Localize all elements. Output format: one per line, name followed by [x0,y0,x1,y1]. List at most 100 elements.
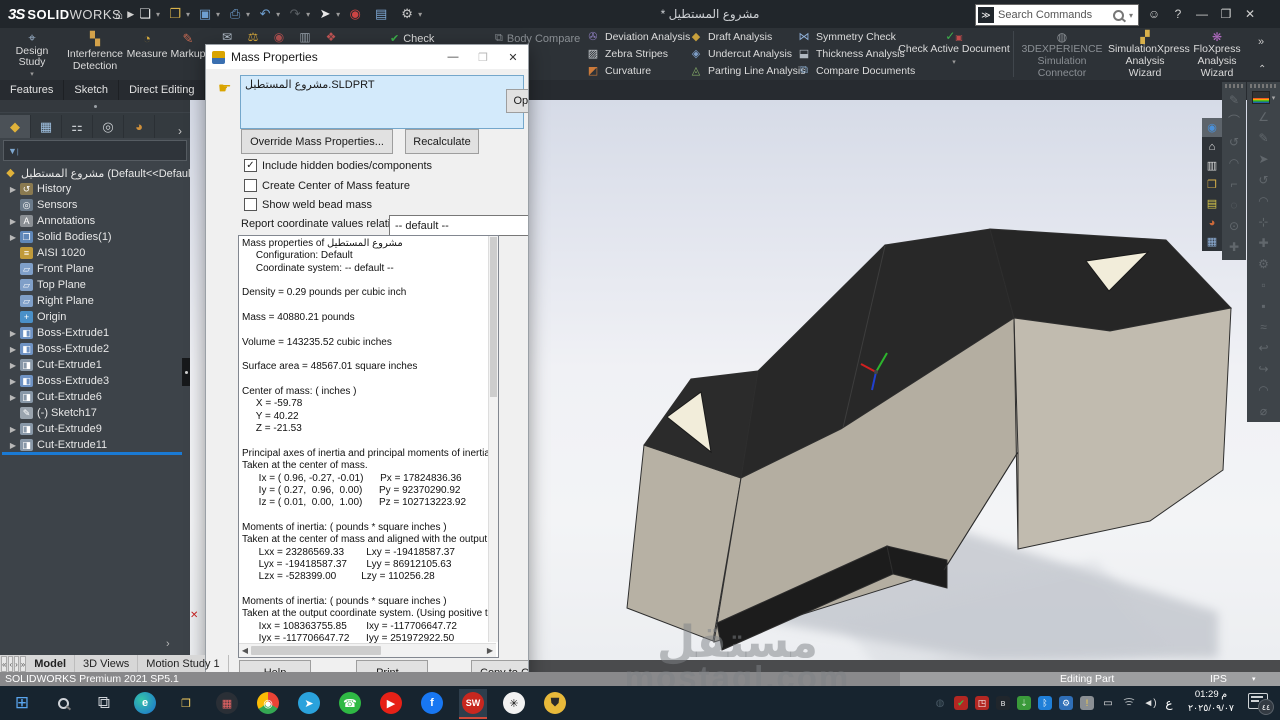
rebuild-traffic-light-icon[interactable]: ◉ [342,4,368,24]
save-icon-caret[interactable]: ▾ [216,10,220,19]
ribbon-collapse-button[interactable]: ⌃ [1258,64,1266,75]
ribbon-item-zebra-stripes[interactable]: ▨Zebra Stripes [585,46,690,61]
expand-arrow-icon[interactable]: ▶ [8,425,18,434]
tree-item-annotations[interactable]: ▶AAnnotations [8,213,95,229]
display-style-icon[interactable]: ⬒ [706,100,726,102]
view-tab-3d-views[interactable]: 3D Views [75,655,138,673]
window-minimize-button[interactable]: — [1190,2,1214,26]
tree-item-aisi-1020[interactable]: ≡AISI 1020 [8,245,85,261]
sw-running-icon[interactable]: ✔ [953,695,969,711]
search-caret-icon[interactable]: ▾ [1124,11,1138,20]
expand-arrow-icon[interactable]: ▶ [8,329,18,338]
units-indicator[interactable]: IPS [1210,673,1227,685]
recalculate-button[interactable]: Recalculate [405,129,479,154]
file-explorer-tab[interactable]: ❐ [1202,175,1222,194]
markup-ribbon-button[interactable]: ✎ Markup [168,28,208,80]
task-view-button[interactable]: ⧉ [90,689,118,717]
right-toolbar-a-button-6[interactable]: ⊙ [1222,216,1246,237]
section-view-icon[interactable]: ◫ [640,100,660,102]
right-toolbar-b-button-3[interactable]: ↺ [1247,170,1280,191]
rollback-bar[interactable] [2,452,182,455]
tree-item--sketch17[interactable]: ✎(-) Sketch17 [8,405,97,421]
propertymanager-tab[interactable]: ▦ [31,115,62,138]
sw-resources-tab[interactable]: ⌂ [1202,137,1222,156]
bluetooth-icon[interactable]: ᛒ [1037,695,1053,711]
wifi-icon[interactable] [1121,695,1137,711]
displaymanager-tab[interactable]: ◕ [124,115,155,138]
appearances-scenes-tab[interactable]: ◕ [1202,213,1222,232]
store-app-icon[interactable]: ▦ [213,689,241,717]
expand-arrow-icon[interactable]: ▶ [8,441,18,450]
view-settings-icon[interactable]: ▭ [808,100,828,102]
select-arrow-icon[interactable]: ➤ [312,4,338,24]
interference-detection-button[interactable]: ▚ Interference Detection [64,28,126,80]
dialog-title-bar[interactable]: Mass Properties — ❐ ✕ [206,45,528,69]
tree-item-cut-extrude11[interactable]: ▶◨Cut-Extrude11 [8,437,107,453]
volume-icon[interactable]: ◄) [1142,695,1158,711]
redo-icon-caret[interactable]: ▾ [306,10,310,19]
file-properties-icon[interactable]: ▤ [368,4,394,24]
language-indicator[interactable]: ع [1160,686,1178,720]
right-toolbar-b-button-2[interactable]: ➤ [1247,149,1280,170]
ribbon-overflow-button[interactable]: » [1258,36,1264,48]
view-tab-nav-2[interactable]: › [14,656,19,672]
security-shield-icon[interactable]: ! [1079,695,1095,711]
right-toolbar-b-button-10[interactable]: ≈ [1247,317,1280,338]
design-library-tab[interactable]: ▥ [1202,156,1222,175]
featuremanager-tree-tab[interactable]: ◆ [0,115,31,138]
design-study-button[interactable]: ⌖ Design Study▾ [2,28,62,80]
panel-splitter[interactable] [0,100,190,112]
taskbar-search[interactable] [49,689,77,717]
tree-item-history[interactable]: ▶↺History [8,181,71,197]
dynamic-annotation-icon[interactable]: ✂ [660,100,680,102]
youtube-icon[interactable]: ▶ [377,689,405,717]
check-active-document-button[interactable]: ✓▣ Check Active Document ▾ [898,29,1010,66]
view-tab-motion-study-1[interactable]: Motion Study 1 [138,655,228,673]
save-icon[interactable]: ▣ [192,4,218,24]
tree-item-cut-extrude9[interactable]: ▶◨Cut-Extrude9 [8,421,102,437]
options-gear-icon-caret[interactable]: ▾ [418,10,422,19]
search-commands-box[interactable]: ≫ Search Commands ▾ [975,4,1139,26]
configurationmanager-tab[interactable]: ⚏ [62,115,93,138]
tree-item-solid-bodies-1-[interactable]: ▶❒Solid Bodies(1) [8,229,112,245]
right-toolbar-b-button-14[interactable]: ⌀ [1247,401,1280,422]
right-toolbar-a-button-4[interactable]: ⌐ [1222,174,1246,195]
zoom-to-area-icon[interactable]: ⌗ [600,100,620,102]
section-properties-icon[interactable]: ✉ [214,30,240,44]
measure-button[interactable]: ◔ Measure [127,28,167,80]
tree-tabs-more-arrow[interactable]: › [170,124,190,138]
right-toolbar-b-button-11[interactable]: ↩ [1247,338,1280,359]
view-tab-model[interactable]: Model [26,655,75,673]
dialog-maximize-button[interactable]: ❐ [468,46,498,68]
right-toolbar-b-button-12[interactable]: ↪ [1247,359,1280,380]
tree-item-boss-extrude1[interactable]: ▶◧Boss-Extrude1 [8,325,109,341]
hide-show-items-icon[interactable]: ◔ [731,100,751,102]
tree-item-cut-extrude6[interactable]: ▶◨Cut-Extrude6 [8,389,102,405]
create-com-feature-checkbox[interactable]: Create Center of Mass feature [244,179,410,192]
notification-center-button[interactable]: ٤٤ [1248,693,1268,709]
antivirus-shield-icon[interactable]: ⛊ [541,689,569,717]
facebook-icon[interactable]: f [418,689,446,717]
3dexperience-connector-button[interactable]: ◍ 3DEXPERIENCE Simulation Connector [1018,31,1106,79]
apply-scene-icon[interactable]: ◕ [782,100,802,102]
edit-appearance-icon[interactable]: ❖ [757,100,777,102]
dialog-close-button[interactable]: ✕ [498,46,528,68]
whatsapp-icon[interactable]: ☎ [336,689,364,717]
window-restore-button[interactable]: ❐ [1214,2,1238,26]
chatgpt-icon[interactable]: ✳ [500,689,528,717]
zoom-to-fit-icon[interactable]: ⊕ [580,100,600,102]
sensor-icon[interactable]: ◉ [266,30,292,44]
view-palette-tab[interactable]: ▤ [1202,194,1222,213]
dialog-minimize-button[interactable]: — [438,46,468,68]
simulationxpress-wizard-button[interactable]: ▞ SimulationXpress Analysis Wizard [1108,31,1182,79]
home-icon[interactable]: ⌂ [106,4,132,24]
right-toolbar-b-button-9[interactable]: ▪ [1247,296,1280,317]
settings-tray-icon[interactable]: ⚙ [1058,695,1074,711]
scroll-right-icon[interactable]: ▶ [484,644,496,657]
right-toolbar-b-button-13[interactable]: ◠ [1247,380,1280,401]
open-file-icon-caret[interactable]: ▾ [186,10,190,19]
telegram-icon[interactable]: ➤ [295,689,323,717]
options-button[interactable]: Options... [506,89,529,113]
curvature-comb-icon[interactable]: ❖ [318,30,344,44]
selection-box[interactable]: مشروع المستطيل.SLDPRT [240,75,524,129]
